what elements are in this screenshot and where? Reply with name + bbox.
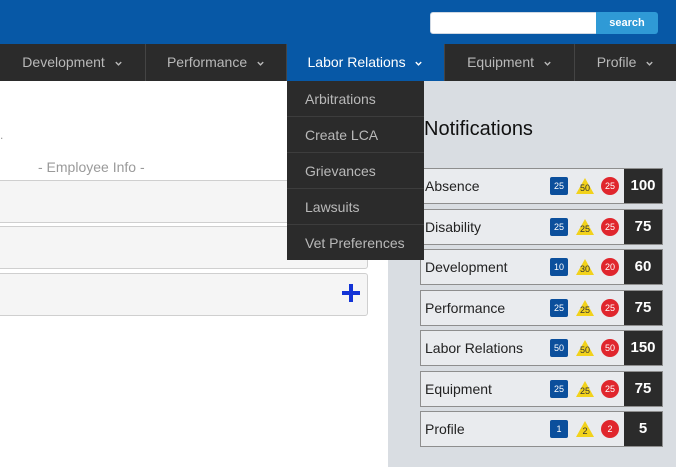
- notification-row-absence[interactable]: Absence 25 50 25 100: [420, 168, 663, 204]
- yellow-count: 30: [579, 264, 590, 274]
- nav-labor-relations[interactable]: Labor Relations: [287, 44, 445, 81]
- red-count-badge: 25: [601, 299, 619, 317]
- nav-profile[interactable]: Profile: [575, 44, 676, 81]
- notification-row-development[interactable]: Development 10 30 20 60: [420, 249, 663, 285]
- yellow-count: 25: [579, 305, 590, 315]
- blue-count-badge: 25: [550, 177, 568, 195]
- notification-row-equipment[interactable]: Equipment 25 25 25 75: [420, 371, 663, 407]
- search-input[interactable]: [430, 12, 598, 34]
- blue-count-badge: 1: [550, 420, 568, 438]
- chevron-down-icon: [544, 61, 551, 66]
- yellow-count: 2: [582, 426, 588, 436]
- notification-row-profile[interactable]: Profile 1 2 2 5: [420, 411, 663, 447]
- menu-item-vet-preferences[interactable]: Vet Preferences: [287, 225, 424, 261]
- yellow-count: 50: [579, 345, 590, 355]
- notification-row-labor-relations[interactable]: Labor Relations 50 50 50 150: [420, 330, 663, 366]
- menu-item-lawsuits[interactable]: Lawsuits: [287, 189, 424, 225]
- top-bar: search: [0, 0, 676, 44]
- nav-equipment-label: Equipment: [467, 54, 535, 70]
- warning-triangle-icon: 50: [575, 339, 595, 357]
- yellow-count: 25: [579, 386, 590, 396]
- red-count-badge: 25: [601, 177, 619, 195]
- labor-relations-dropdown: Arbitrations Create LCA Grievances Lawsu…: [287, 81, 424, 260]
- yellow-count: 50: [579, 183, 590, 193]
- chevron-down-icon: [415, 61, 423, 66]
- warning-triangle-icon: 25: [575, 299, 595, 317]
- notification-label: Absence: [425, 178, 480, 194]
- menu-item-grievances[interactable]: Grievances: [287, 153, 424, 189]
- nav-equipment[interactable]: Equipment: [445, 44, 575, 81]
- red-count-badge: 25: [601, 218, 619, 236]
- red-count-badge: 2: [601, 420, 619, 438]
- search-button[interactable]: search: [596, 12, 658, 34]
- warning-triangle-icon: 30: [575, 258, 595, 276]
- notification-row-performance[interactable]: Performance 25 25 25 75: [420, 290, 663, 326]
- main-nav: Development Performance Labor Relations …: [0, 44, 676, 81]
- yellow-count: 25: [579, 224, 590, 234]
- nav-labor-relations-label: Labor Relations: [307, 54, 406, 70]
- red-count-badge: 50: [601, 339, 619, 357]
- chevron-down-icon: [646, 61, 653, 66]
- warning-triangle-icon: 50: [575, 177, 595, 195]
- warning-triangle-icon: 25: [575, 380, 595, 398]
- notification-label: Performance: [425, 300, 506, 316]
- red-count-badge: 25: [601, 380, 619, 398]
- notification-label: Labor Relations: [425, 340, 524, 356]
- notifications-title: Notifications: [424, 118, 533, 140]
- notification-total: 75: [624, 372, 662, 406]
- nav-performance[interactable]: Performance: [146, 44, 287, 81]
- notification-label: Profile: [425, 421, 465, 437]
- nav-performance-label: Performance: [166, 54, 248, 70]
- menu-item-arbitrations[interactable]: Arbitrations: [287, 81, 424, 117]
- employee-info-heading: - Employee Info -: [38, 159, 145, 175]
- edge-mark: .: [0, 128, 4, 142]
- notification-total: 60: [624, 250, 662, 284]
- blue-count-badge: 10: [550, 258, 568, 276]
- chevron-down-icon: [114, 61, 122, 66]
- notification-label: Disability: [425, 219, 482, 235]
- notification-total: 75: [624, 291, 662, 325]
- red-count-badge: 20: [601, 258, 619, 276]
- nav-development-label: Development: [22, 54, 105, 70]
- notification-total: 5: [624, 412, 662, 446]
- nav-profile-label: Profile: [596, 54, 637, 70]
- nav-development[interactable]: Development: [0, 44, 146, 81]
- chevron-down-icon: [257, 61, 264, 66]
- plus-icon[interactable]: [341, 283, 361, 303]
- notification-label: Equipment: [425, 381, 492, 397]
- blue-count-badge: 25: [550, 380, 568, 398]
- notification-total: 100: [624, 169, 662, 203]
- warning-triangle-icon: 2: [575, 420, 595, 438]
- employee-field[interactable]: [0, 273, 368, 316]
- notification-total: 150: [624, 331, 662, 365]
- blue-count-badge: 25: [550, 218, 568, 236]
- notification-row-disability[interactable]: Disability 25 25 25 75: [420, 209, 663, 245]
- menu-item-create-lca[interactable]: Create LCA: [287, 117, 424, 153]
- blue-count-badge: 25: [550, 299, 568, 317]
- warning-triangle-icon: 25: [575, 218, 595, 236]
- blue-count-badge: 50: [550, 339, 568, 357]
- notification-label: Development: [425, 259, 508, 275]
- notification-total: 75: [624, 210, 662, 244]
